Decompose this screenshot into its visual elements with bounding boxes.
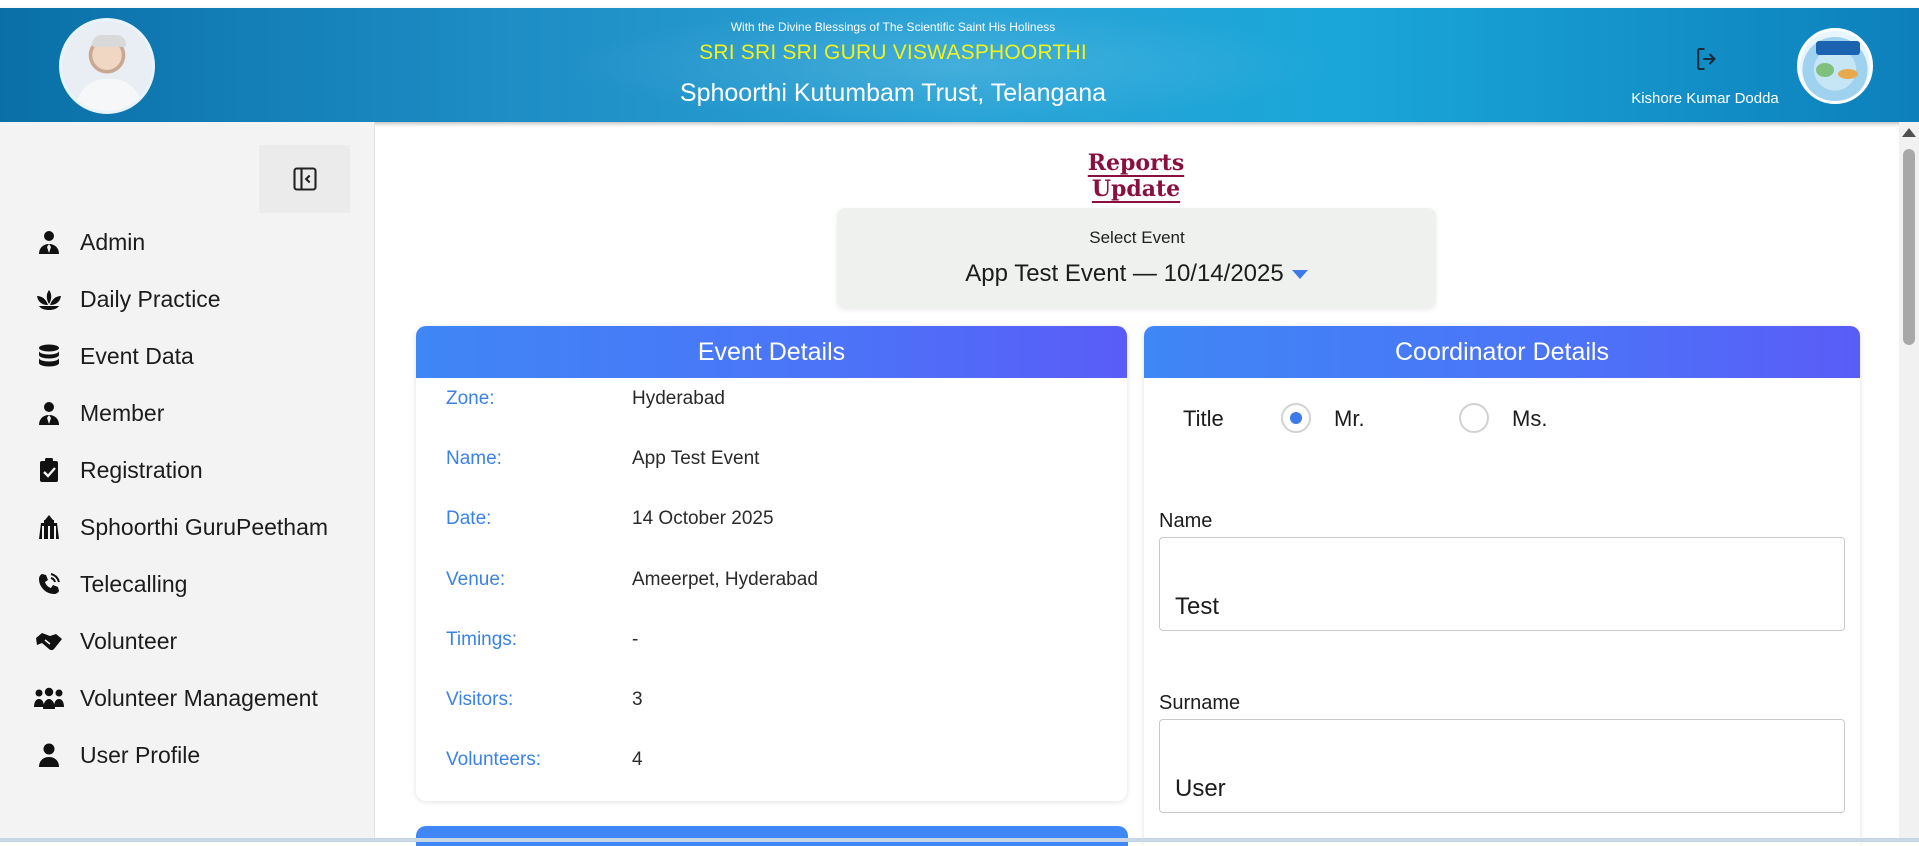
select-event-caption: Select Event xyxy=(1089,228,1185,247)
select-event-card: Select Event App Test Event — 10/14/2025 xyxy=(837,208,1436,308)
sidebar-item-label: Member xyxy=(80,399,165,426)
guru-name: SRI SRI SRI GURU VISWASPHOORTHI xyxy=(699,41,1087,64)
detail-row-zone: Zone: Hyderabad xyxy=(446,388,1106,418)
lotus-icon xyxy=(34,286,64,312)
scrollbar-thumb[interactable] xyxy=(1903,149,1915,345)
sidebar-item-telecalling[interactable]: Telecalling xyxy=(34,564,187,604)
chevron-down-icon xyxy=(1291,270,1308,280)
logo-land xyxy=(1816,63,1834,77)
detail-row-venue: Venue: Ameerpet, Hyderabad xyxy=(446,569,1106,599)
next-panel-header xyxy=(416,826,1128,846)
surname-field[interactable] xyxy=(1159,719,1845,813)
surname-label: Surname xyxy=(1159,692,1241,714)
select-event-value: App Test Event — 10/14/2025 xyxy=(965,260,1284,287)
sidebar: Admin Daily Practice Event Data Member R… xyxy=(0,122,375,842)
trust-name: Sphoorthi Kutumbam Trust, Telangana xyxy=(679,79,1107,107)
detail-key: Name: xyxy=(446,448,502,469)
detail-row-volunteers: Volunteers: 4 xyxy=(446,749,1106,779)
detail-value: - xyxy=(632,629,639,650)
name-label: Name xyxy=(1159,510,1213,532)
phone-icon xyxy=(34,571,64,597)
logo-banner xyxy=(1816,41,1860,55)
sidebar-item-registration[interactable]: Registration xyxy=(34,450,203,490)
sidebar-item-sphoorthi-gurupeetham[interactable]: Sphoorthi GuruPeetham xyxy=(34,507,328,547)
page-title: Reports Update xyxy=(1087,150,1185,202)
sidebar-item-user-profile[interactable]: User Profile xyxy=(34,735,200,775)
title-radio-ms[interactable] xyxy=(1459,403,1489,433)
detail-key: Timings: xyxy=(446,629,518,650)
user-tie-icon xyxy=(34,229,64,255)
detail-row-visitors: Visitors: 3 xyxy=(446,689,1106,719)
select-event-dropdown[interactable]: App Test Event — 10/14/2025 xyxy=(837,260,1436,288)
detail-key: Visitors: xyxy=(446,689,514,710)
sidebar-item-label: Registration xyxy=(80,456,203,483)
sidebar-item-label: Sphoorthi GuruPeetham xyxy=(80,513,329,540)
sidebar-item-label: Volunteer xyxy=(80,627,178,654)
detail-row-name: Name: App Test Event xyxy=(446,448,1106,478)
title-radio-mr[interactable] xyxy=(1281,403,1311,433)
blessing-text: With the Divine Blessings of The Scienti… xyxy=(730,20,1056,34)
sidebar-item-daily-practice[interactable]: Daily Practice xyxy=(34,279,221,319)
sidebar-collapse-button[interactable] xyxy=(259,145,350,213)
title-label: Title xyxy=(1183,406,1224,431)
sidebar-item-label: Event Data xyxy=(80,342,194,369)
sidebar-item-label: Telecalling xyxy=(80,570,188,597)
coordinator-details-panel: Coordinator Details Title Mr. Ms. Name S… xyxy=(1144,326,1860,846)
people-group-icon xyxy=(34,685,64,711)
collapse-sidebar-icon xyxy=(293,167,317,191)
detail-value: Hyderabad xyxy=(632,388,725,409)
detail-value: 14 October 2025 xyxy=(632,508,774,529)
logo-land xyxy=(1838,69,1858,79)
handshake-icon xyxy=(34,628,64,654)
user-icon xyxy=(34,742,64,768)
app-header: With the Divine Blessings of The Scienti… xyxy=(0,8,1919,122)
detail-row-timings: Timings: - xyxy=(446,629,1106,659)
detail-value: 4 xyxy=(632,749,643,770)
title-option-mr-label: Mr. xyxy=(1334,406,1365,431)
title-option-ms-label: Ms. xyxy=(1512,406,1548,431)
sidebar-item-volunteer[interactable]: Volunteer xyxy=(34,621,177,661)
database-icon xyxy=(34,343,64,369)
event-details-panel: Event Details Zone: Hyderabad Name: App … xyxy=(416,326,1127,801)
clipboard-check-icon xyxy=(34,457,64,483)
detail-key: Venue: xyxy=(446,569,506,590)
detail-key: Volunteers: xyxy=(446,749,542,770)
user-tie-icon xyxy=(34,400,64,426)
event-details-title: Event Details xyxy=(416,326,1127,378)
scrollbar[interactable] xyxy=(1899,122,1919,840)
scroll-up-arrow-icon[interactable] xyxy=(1902,128,1916,137)
sidebar-item-event-data[interactable]: Event Data xyxy=(34,336,194,376)
detail-key: Zone: xyxy=(446,388,495,409)
detail-value: Ameerpet, Hyderabad xyxy=(632,569,818,590)
sidebar-item-label: Admin xyxy=(80,228,146,255)
detail-row-date: Date: 14 October 2025 xyxy=(446,508,1106,538)
window-bottom-edge xyxy=(0,838,1919,842)
sidebar-item-admin[interactable]: Admin xyxy=(34,222,145,262)
coordinator-details-title: Coordinator Details xyxy=(1144,326,1860,378)
detail-value: 3 xyxy=(632,689,643,710)
logout-icon[interactable] xyxy=(1692,44,1722,74)
globe-logo xyxy=(1797,28,1873,104)
detail-value: App Test Event xyxy=(632,448,760,469)
temple-icon xyxy=(34,514,64,540)
sidebar-item-member[interactable]: Member xyxy=(34,393,164,433)
name-field[interactable] xyxy=(1159,537,1845,631)
detail-key: Date: xyxy=(446,508,492,529)
sidebar-item-volunteer-management[interactable]: Volunteer Management xyxy=(34,678,318,718)
sidebar-item-label: User Profile xyxy=(80,741,201,768)
user-name[interactable]: Kishore Kumar Dodda xyxy=(1620,90,1790,107)
sidebar-item-label: Daily Practice xyxy=(80,285,221,312)
sidebar-item-label: Volunteer Management xyxy=(80,684,318,711)
